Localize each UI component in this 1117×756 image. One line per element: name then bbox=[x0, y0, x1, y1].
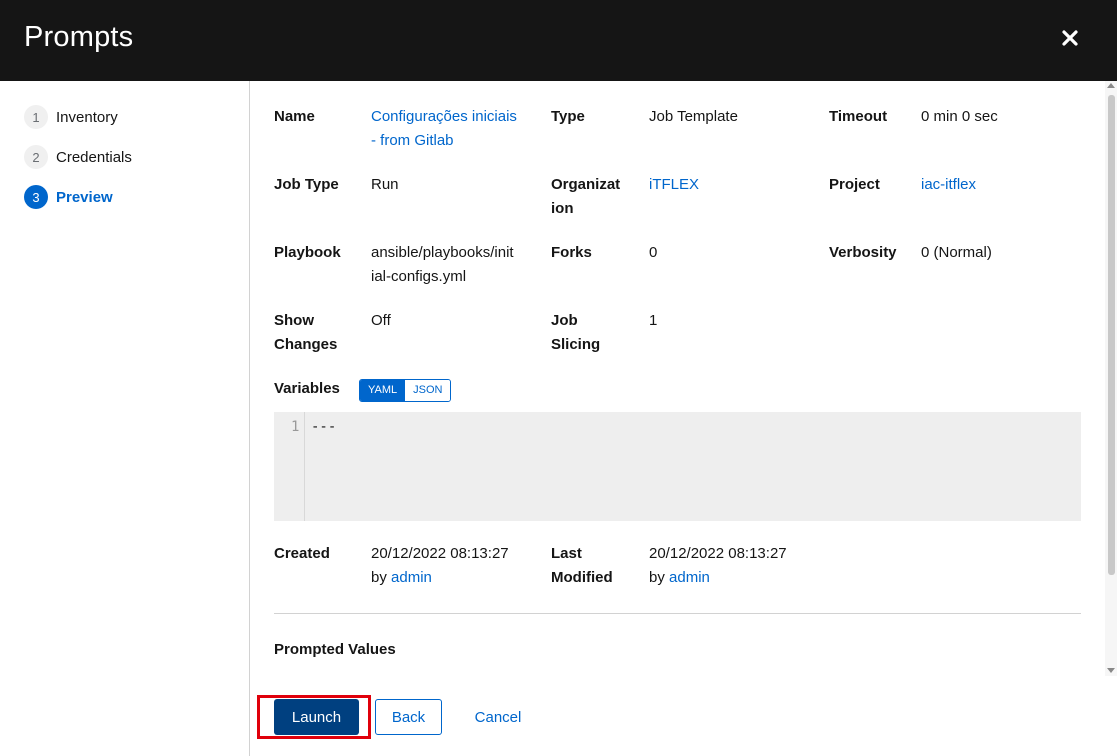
job-slicing-label-line1: Job bbox=[551, 312, 578, 329]
step-number: 1 bbox=[24, 105, 48, 129]
type-value: Job Template bbox=[649, 108, 738, 125]
show-changes-label-line1: Show bbox=[274, 312, 314, 329]
playbook-value: ansible/playbooks/init ial-configs.yml bbox=[371, 241, 514, 289]
job-type-label: Job Type bbox=[274, 176, 339, 193]
editor-code: --- bbox=[311, 419, 337, 435]
json-toggle-button[interactable]: JSON bbox=[405, 380, 451, 401]
last-modified-value: 20/12/2022 08:13:27 by admin bbox=[649, 542, 787, 590]
playbook-value-line1: ansible/playbooks/init bbox=[371, 244, 514, 261]
step-label: Credentials bbox=[56, 148, 132, 166]
modified-by-prefix: by bbox=[649, 569, 670, 586]
organization-label: Organizat ion bbox=[551, 173, 620, 221]
name-value-link[interactable]: Configurações iniciais - from Gitlab bbox=[371, 105, 517, 153]
show-changes-label-line2: Changes bbox=[274, 336, 338, 353]
created-date: 20/12/2022 08:13:27 bbox=[371, 545, 509, 562]
job-type-value: Run bbox=[371, 176, 399, 193]
prompted-values-heading: Prompted Values bbox=[274, 641, 396, 658]
editor-line-number: 1 bbox=[291, 419, 300, 435]
job-slicing-value: 1 bbox=[649, 312, 658, 329]
cancel-button[interactable]: Cancel bbox=[462, 699, 534, 735]
modified-by: by admin bbox=[649, 566, 787, 590]
timeout-value: 0 min 0 sec bbox=[921, 108, 998, 125]
forks-value: 0 bbox=[649, 244, 658, 261]
last-modified-label-line2: Modified bbox=[551, 569, 613, 586]
created-value: 20/12/2022 08:13:27 by admin bbox=[371, 542, 509, 590]
modified-by-user-link[interactable]: admin bbox=[669, 569, 710, 586]
organization-label-line1: Organizat bbox=[551, 176, 621, 193]
content-scrollbar[interactable] bbox=[1105, 81, 1117, 676]
yaml-toggle-button[interactable]: YAML bbox=[360, 380, 406, 401]
organization-link[interactable]: iTFLEX bbox=[649, 173, 699, 197]
modal-title: Prompts bbox=[24, 21, 134, 53]
scroll-up-arrow-icon[interactable] bbox=[1107, 83, 1115, 88]
playbook-value-line2: ial-configs.yml bbox=[371, 268, 467, 285]
verbosity-label: Verbosity bbox=[829, 244, 897, 261]
scrollbar-thumb[interactable] bbox=[1108, 95, 1115, 575]
step-number: 2 bbox=[24, 145, 48, 169]
timeout-label: Timeout bbox=[829, 108, 888, 125]
step-label: Inventory bbox=[56, 108, 118, 126]
nav-step-inventory[interactable]: 1 Inventory bbox=[24, 105, 118, 129]
nav-step-preview[interactable]: 3 Preview bbox=[24, 185, 113, 209]
back-button[interactable]: Back bbox=[375, 699, 442, 735]
variables-format-toggle: YAML JSON bbox=[359, 379, 452, 402]
step-label: Preview bbox=[56, 188, 113, 206]
created-by-prefix: by bbox=[371, 569, 392, 586]
job-slicing-label-line2: Slicing bbox=[551, 336, 601, 353]
show-changes-value: Off bbox=[371, 312, 391, 329]
preview-panel: Name Configurações iniciais - from Gitla… bbox=[251, 81, 1105, 676]
job-slicing-label: Job Slicing bbox=[551, 309, 600, 357]
forks-label: Forks bbox=[551, 244, 592, 261]
name-label: Name bbox=[274, 108, 315, 125]
verbosity-value: 0 (Normal) bbox=[921, 244, 992, 261]
show-changes-label: Show Changes bbox=[274, 309, 337, 357]
playbook-label: Playbook bbox=[274, 244, 341, 261]
last-modified-label-line1: Last bbox=[551, 545, 582, 562]
scroll-down-arrow-icon[interactable] bbox=[1107, 668, 1115, 673]
variables-code-editor[interactable]: 1 --- bbox=[274, 412, 1081, 521]
modal-header: Prompts bbox=[0, 0, 1117, 81]
editor-gutter bbox=[274, 412, 305, 521]
organization-label-line2: ion bbox=[551, 200, 574, 217]
nav-step-credentials[interactable]: 2 Credentials bbox=[24, 145, 132, 169]
created-by-user-link[interactable]: admin bbox=[391, 569, 432, 586]
wizard-nav: 1 Inventory 2 Credentials 3 Preview bbox=[0, 81, 250, 756]
created-by: by admin bbox=[371, 566, 509, 590]
last-modified-label: Last Modified bbox=[551, 542, 613, 590]
variables-label: Variables bbox=[274, 380, 340, 397]
step-number: 3 bbox=[24, 185, 48, 209]
close-icon[interactable] bbox=[1056, 24, 1084, 52]
project-label: Project bbox=[829, 176, 880, 193]
created-label: Created bbox=[274, 545, 330, 562]
name-value-line1: Configurações iniciais bbox=[371, 108, 517, 125]
project-link[interactable]: iac-itflex bbox=[921, 173, 976, 197]
section-divider bbox=[274, 613, 1081, 614]
name-value-line2: - from Gitlab bbox=[371, 132, 454, 149]
launch-button[interactable]: Launch bbox=[274, 699, 359, 735]
modified-date: 20/12/2022 08:13:27 bbox=[649, 545, 787, 562]
type-label: Type bbox=[551, 108, 585, 125]
